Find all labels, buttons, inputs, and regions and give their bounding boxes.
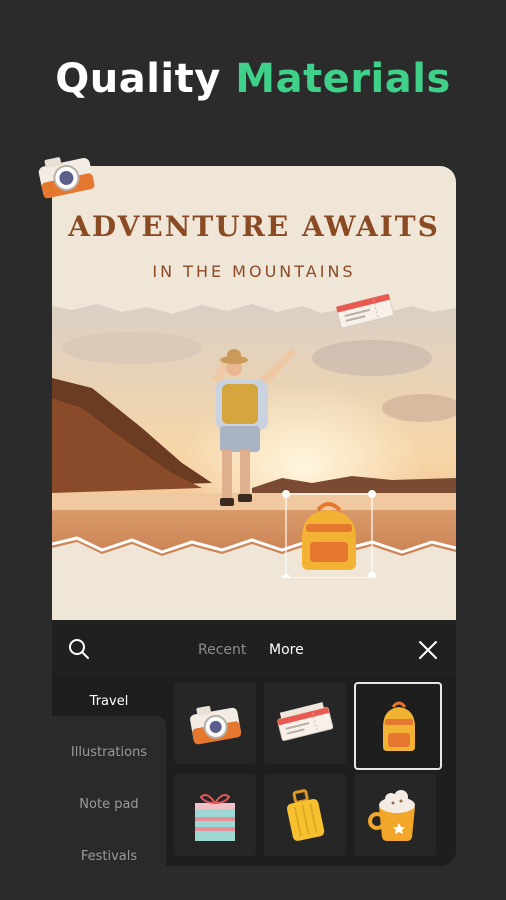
- sticker-tile-suitcase[interactable]: [264, 774, 346, 856]
- close-icon[interactable]: [418, 640, 438, 660]
- ticket-sticker-on-canvas[interactable]: [334, 294, 396, 328]
- cocoa-mug-sticker-icon: [368, 790, 415, 841]
- backpack-sticker-icon: [383, 701, 415, 751]
- sticker-tile-gift[interactable]: [174, 774, 256, 856]
- tab-recent[interactable]: Recent: [198, 642, 246, 658]
- poster-canvas[interactable]: ADVENTURE AWAITS IN THE MOUNTAINS: [52, 166, 456, 620]
- sticker-panel: Recent More Travel Illustrations Note pa…: [52, 620, 456, 866]
- gift-sticker-icon: [195, 794, 235, 841]
- category-list: Travel Illustrations Note pad Festivals: [52, 676, 166, 866]
- headline-word-quality: Quality: [55, 56, 221, 102]
- category-festivals[interactable]: Festivals: [52, 849, 166, 864]
- ticket-sticker-icon: [277, 702, 334, 742]
- tab-more[interactable]: More: [269, 642, 304, 658]
- poster-title[interactable]: ADVENTURE AWAITS: [52, 210, 456, 243]
- sticker-tile-ticket[interactable]: [264, 682, 346, 764]
- travel-photo[interactable]: [52, 298, 456, 578]
- category-list-background: [52, 716, 166, 866]
- category-illustrations[interactable]: Illustrations: [52, 745, 166, 760]
- headline-word-materials: Materials: [235, 56, 451, 102]
- sticker-tile-backpack[interactable]: [354, 682, 442, 770]
- category-note-pad[interactable]: Note pad: [52, 797, 166, 812]
- headline: Quality Materials: [0, 56, 506, 102]
- suitcase-sticker-icon: [286, 789, 325, 841]
- sticker-panel-toolbar: Recent More: [52, 620, 456, 676]
- sticker-tile-cocoa-mug[interactable]: [354, 774, 436, 856]
- camera-sticker-floating: [38, 157, 95, 199]
- search-icon[interactable]: [68, 638, 90, 660]
- category-travel[interactable]: Travel: [52, 694, 166, 709]
- camera-sticker-icon: [190, 705, 242, 745]
- editor-screen: ADVENTURE AWAITS IN THE MOUNTAINS Recent…: [52, 166, 456, 866]
- poster-subtitle[interactable]: IN THE MOUNTAINS: [52, 262, 456, 281]
- sticker-tile-camera[interactable]: [174, 682, 256, 764]
